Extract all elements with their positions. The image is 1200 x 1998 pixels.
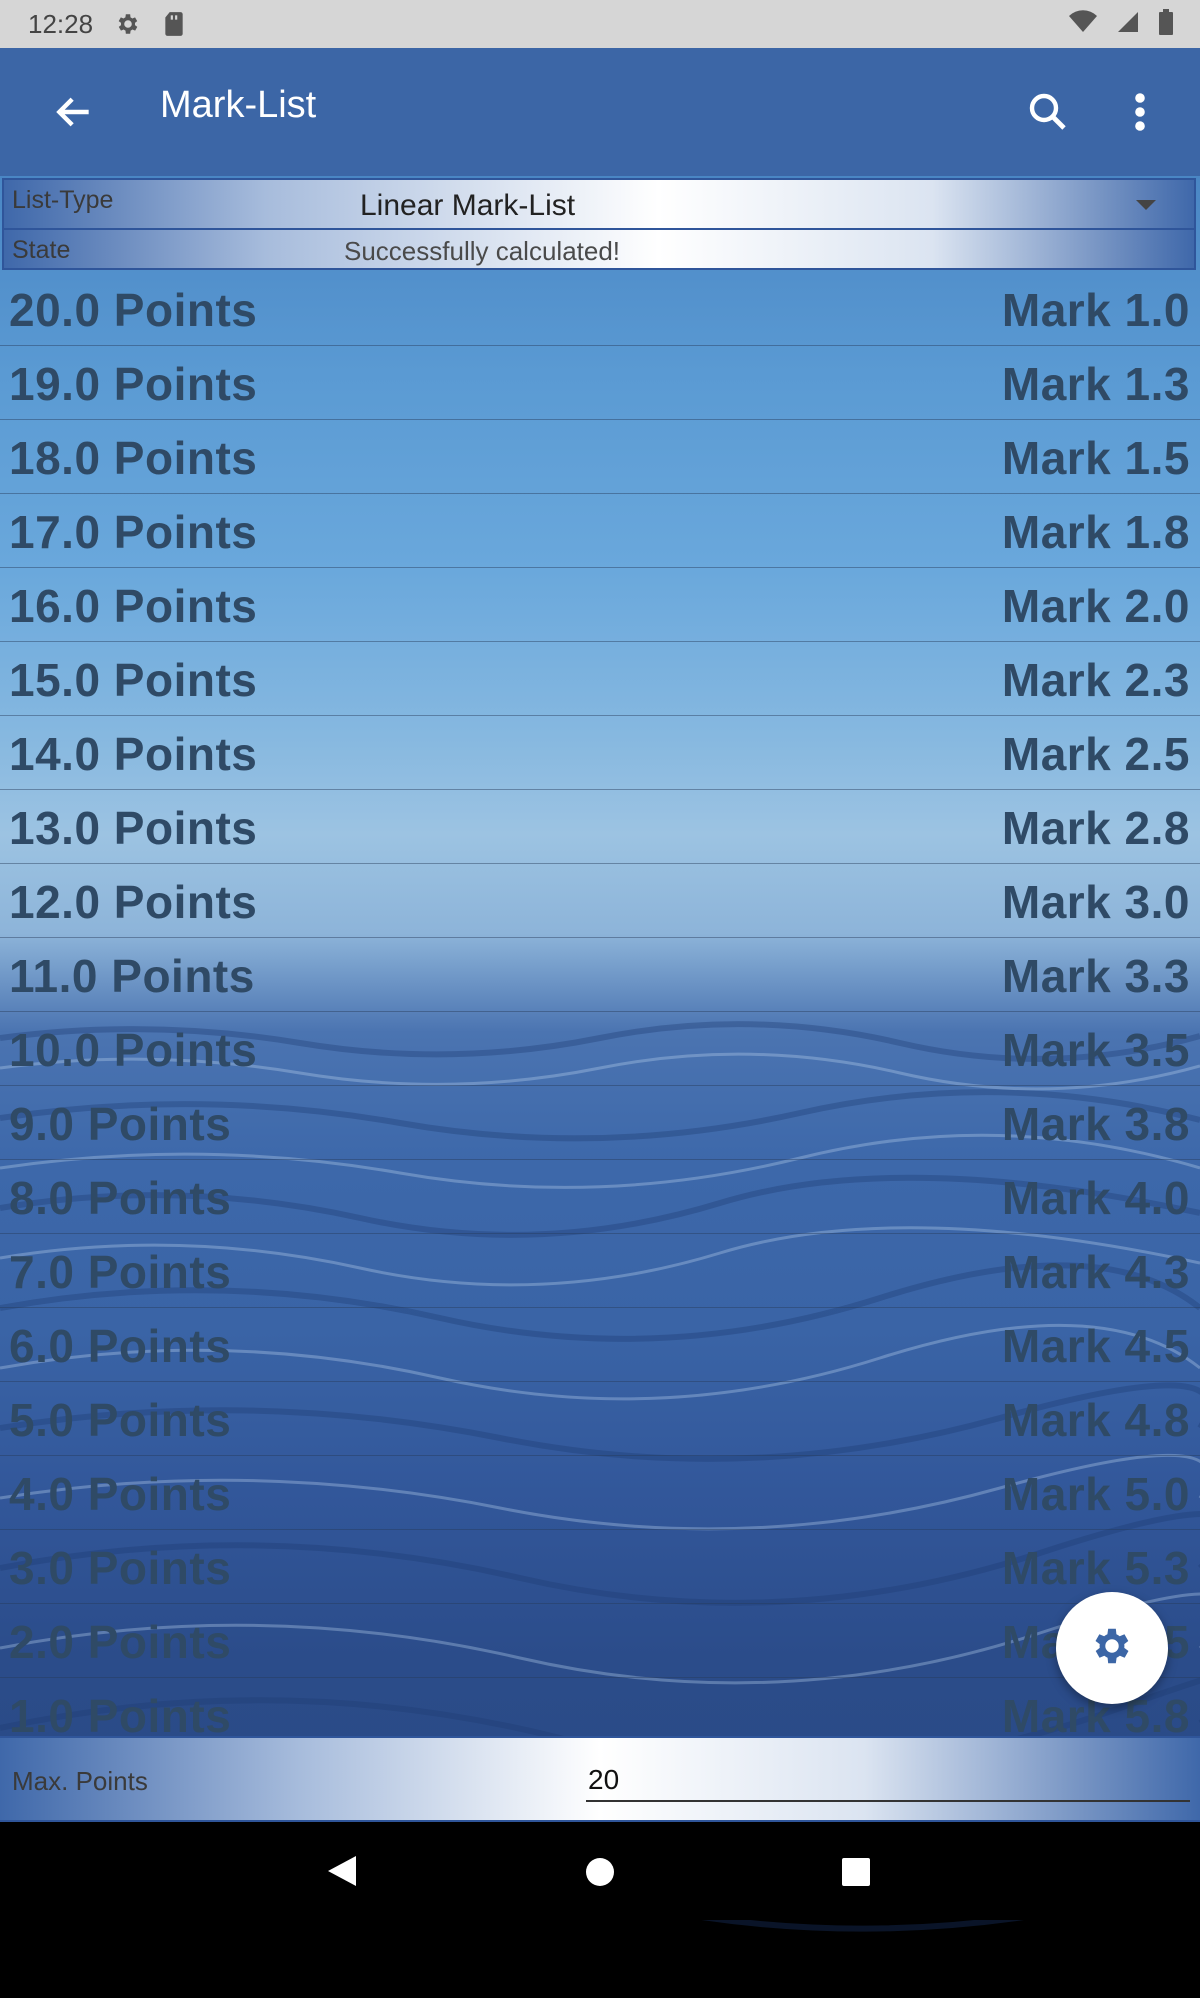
list-item[interactable]: 2.0 PointsMark 5.5 bbox=[0, 1604, 1200, 1678]
list-item[interactable]: 15.0 Points Mark 2.3 bbox=[0, 642, 1200, 716]
list-item[interactable]: 8.0 Points Mark 4.0 bbox=[0, 1160, 1200, 1234]
settings-fab-button[interactable] bbox=[1056, 1592, 1168, 1704]
mark-value: Mark 3.5 bbox=[1001, 1024, 1190, 1076]
points-value: 16.0 Points bbox=[9, 580, 258, 632]
list-item[interactable]: 9.0 Points Mark 3.8 bbox=[0, 1086, 1200, 1160]
list-item[interactable]: 11.0 Points Mark 3.3 bbox=[0, 938, 1200, 1012]
points-value: 4.0 Points bbox=[9, 1468, 232, 1520]
mark-value: Mark 3.8 bbox=[1001, 1098, 1190, 1150]
app-bar: Mark-List bbox=[0, 48, 1200, 176]
max-points-input[interactable] bbox=[586, 1760, 1190, 1802]
system-nav-bar bbox=[0, 1822, 1200, 1920]
status-bar: 12:28 bbox=[0, 0, 1200, 48]
state-value: Successfully calculated! bbox=[344, 236, 621, 266]
mark-value: Mark 4.5 bbox=[1001, 1320, 1190, 1372]
points-value: 7.0 Points bbox=[9, 1246, 232, 1298]
points-value: 13.0 Points bbox=[9, 802, 258, 854]
list-info-panel: List-Type Linear Mark-List State Success… bbox=[2, 178, 1196, 270]
nav-recents-icon[interactable] bbox=[842, 1858, 870, 1886]
points-value: 18.0 Points bbox=[9, 432, 258, 484]
points-value: 10.0 Points bbox=[9, 1024, 258, 1076]
signal-icon bbox=[1116, 10, 1140, 39]
settings-gear-icon bbox=[1089, 1623, 1135, 1674]
mark-value: Mark 4.3 bbox=[1001, 1246, 1190, 1298]
list-item[interactable]: 16.0 Points Mark 2.0 bbox=[0, 568, 1200, 642]
mark-value: Mark 4.8 bbox=[1001, 1394, 1190, 1446]
max-points-label: Max. Points bbox=[12, 1766, 148, 1796]
mark-value: Mark 5.3 bbox=[1001, 1542, 1190, 1594]
list-item[interactable]: 18.0 Points Mark 1.5 bbox=[0, 420, 1200, 494]
mark-value: Mark 1.5 bbox=[1001, 432, 1190, 484]
max-points-bar: Max. Points bbox=[0, 1736, 1200, 1822]
points-value: 5.0 Points bbox=[9, 1394, 232, 1446]
points-value: 19.0 Points bbox=[9, 358, 258, 410]
list-item[interactable]: 6.0 Points Mark 4.5 bbox=[0, 1308, 1200, 1382]
list-item[interactable]: 20.0 Points Mark 1.0 bbox=[0, 272, 1200, 346]
mark-value: Mark 2.0 bbox=[1001, 580, 1190, 632]
search-icon[interactable] bbox=[1024, 88, 1072, 136]
list-type-value[interactable]: Linear Mark-List bbox=[360, 189, 575, 223]
nav-home-icon[interactable] bbox=[586, 1858, 614, 1886]
dropdown-arrow-icon[interactable] bbox=[1136, 200, 1156, 210]
battery-icon bbox=[1158, 8, 1174, 40]
wifi-icon bbox=[1068, 9, 1098, 39]
list-item[interactable]: 5.0 Points Mark 4.8 bbox=[0, 1382, 1200, 1456]
points-value: 2.0 Points bbox=[9, 1616, 232, 1668]
list-item[interactable]: 1.0 Points Mark 5.8 bbox=[0, 1678, 1200, 1736]
list-item[interactable]: 7.0 Points Mark 4.3 bbox=[0, 1234, 1200, 1308]
mark-list[interactable]: 20.0 Points Mark 1.0 19.0 Points Mark 1.3 18… bbox=[0, 272, 1200, 1736]
state-label: State bbox=[12, 236, 71, 264]
page-title: Mark-List bbox=[160, 84, 317, 126]
mark-value: Mark 2.8 bbox=[1001, 802, 1190, 854]
points-value: 14.0 Points bbox=[9, 728, 258, 780]
mark-value: Mark 3.3 bbox=[1001, 950, 1190, 1002]
list-item[interactable]: 12.0 Points Mark 3.0 bbox=[0, 864, 1200, 938]
sd-card-icon bbox=[163, 11, 185, 37]
status-time: 12:28 bbox=[28, 8, 94, 39]
nav-back-icon[interactable] bbox=[326, 1854, 358, 1893]
list-item[interactable]: 10.0 Points Mark 3.5 bbox=[0, 1012, 1200, 1086]
points-value: 1.0 Points bbox=[9, 1690, 232, 1736]
list-type-dropdown[interactable]: List-Type Linear Mark-List bbox=[4, 180, 1194, 230]
gear-icon bbox=[115, 11, 141, 37]
points-value: 17.0 Points bbox=[9, 506, 258, 558]
list-item[interactable]: 4.0 Points Mark 5.0 bbox=[0, 1456, 1200, 1530]
points-value: 20.0 Points bbox=[9, 284, 258, 336]
more-vert-icon[interactable] bbox=[1120, 88, 1160, 136]
list-item[interactable]: 3.0 Points Mark 5.3 bbox=[0, 1530, 1200, 1604]
mark-value: Mark 1.8 bbox=[1001, 506, 1190, 558]
points-value: 8.0 Points bbox=[9, 1172, 232, 1224]
list-item[interactable]: 19.0 Points Mark 1.3 bbox=[0, 346, 1200, 420]
mark-value: Mark 2.3 bbox=[1001, 654, 1190, 706]
state-row: State Successfully calculated! bbox=[4, 230, 1194, 268]
points-value: 3.0 Points bbox=[9, 1542, 232, 1594]
mark-value: Mark 5.0 bbox=[1001, 1468, 1190, 1520]
points-value: 15.0 Points bbox=[9, 654, 258, 706]
points-value: 9.0 Points bbox=[9, 1098, 232, 1150]
mark-value: Mark 1.3 bbox=[1001, 358, 1190, 410]
mark-value: Mark 1.0 bbox=[1001, 284, 1190, 336]
back-arrow-icon[interactable] bbox=[52, 90, 96, 134]
list-item[interactable]: 17.0 Points Mark 1.8 bbox=[0, 494, 1200, 568]
mark-value: Mark 4.0 bbox=[1001, 1172, 1190, 1224]
list-item[interactable]: 14.0 Points Mark 2.5 bbox=[0, 716, 1200, 790]
list-item[interactable]: 13.0 Points Mark 2.8 bbox=[0, 790, 1200, 864]
points-value: 11.0 Points bbox=[9, 950, 255, 1002]
mark-value: Mark 2.5 bbox=[1001, 728, 1190, 780]
mark-value: Mark 3.0 bbox=[1001, 876, 1190, 928]
points-value: 12.0 Points bbox=[9, 876, 258, 928]
points-value: 6.0 Points bbox=[9, 1320, 232, 1372]
list-type-label: List-Type bbox=[12, 186, 114, 214]
